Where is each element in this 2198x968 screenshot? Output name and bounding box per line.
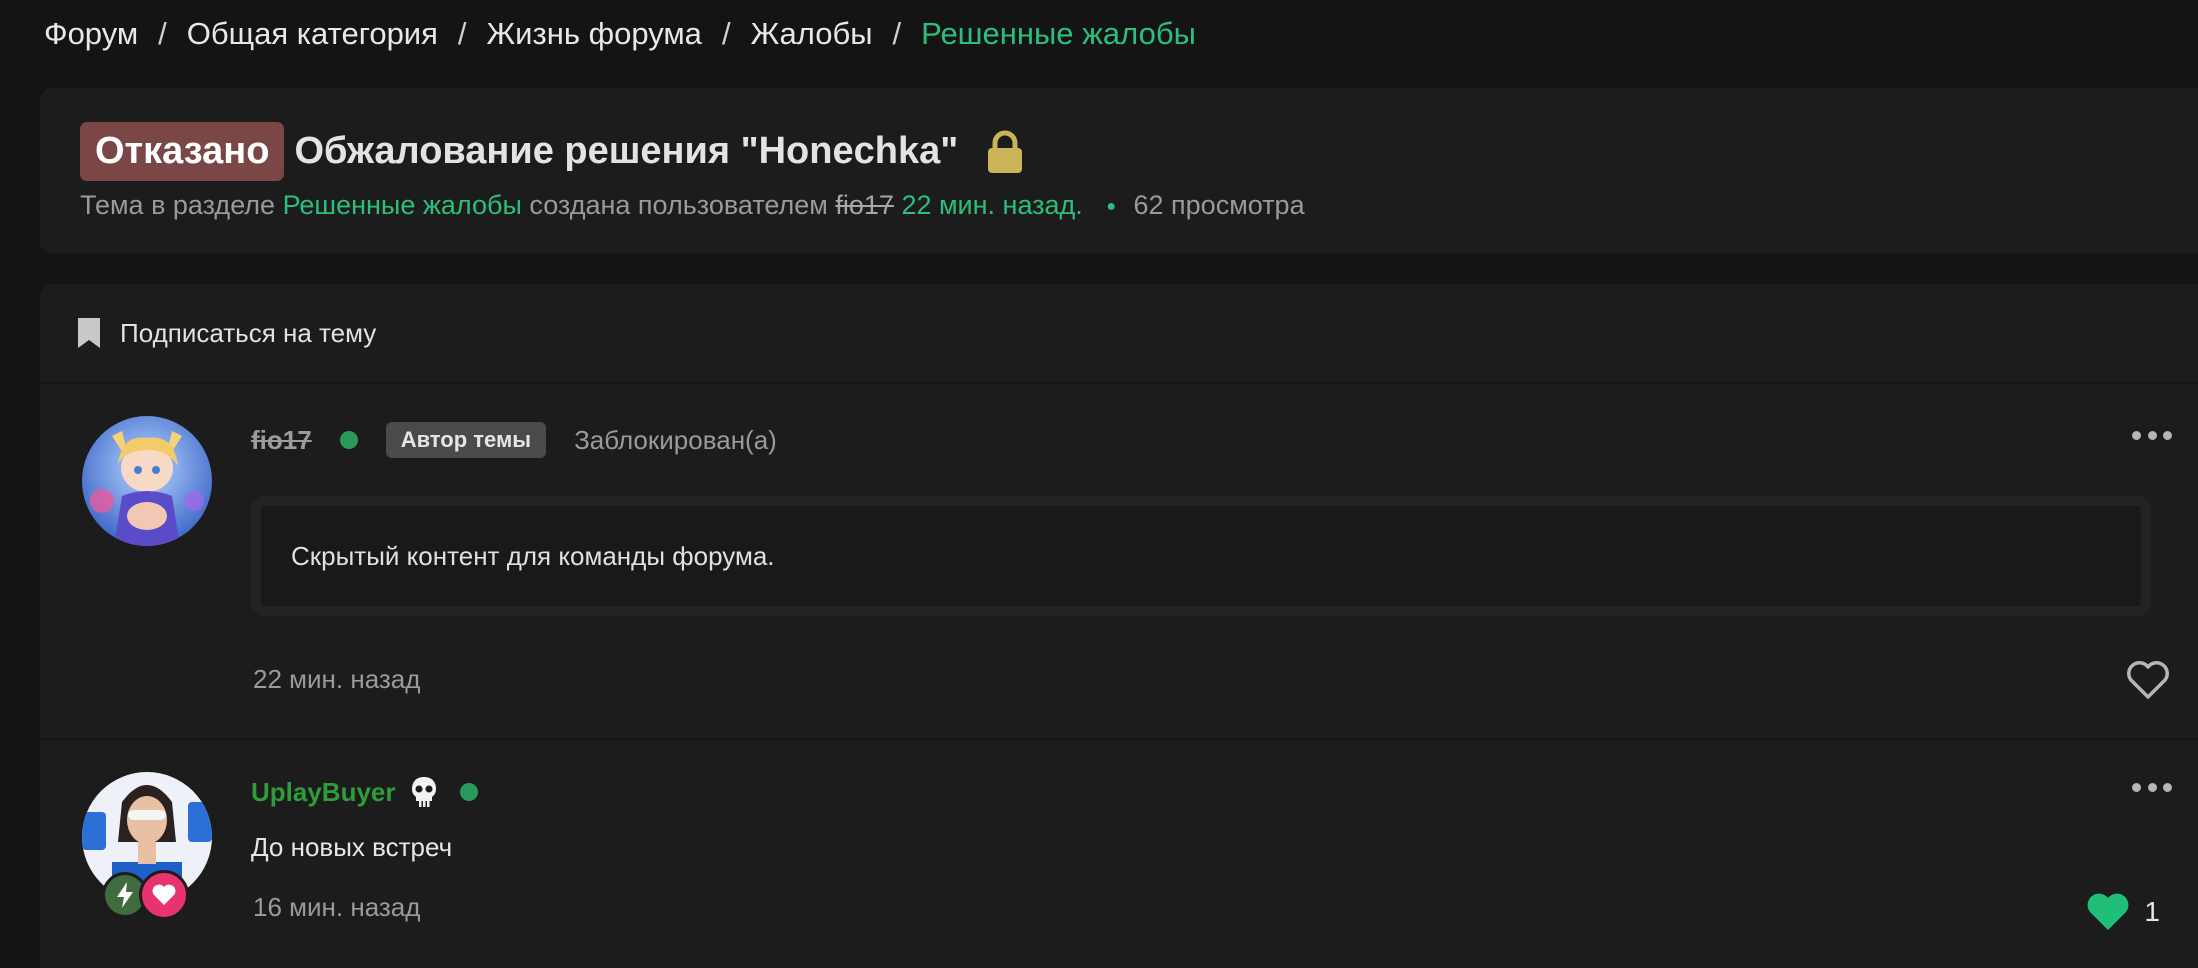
breadcrumb-separator: / — [158, 16, 167, 51]
username[interactable]: fio17 — [251, 425, 312, 456]
user-status: Заблокирован(а) — [574, 424, 777, 455]
views-count: 62 просмотра — [1133, 190, 1305, 220]
breadcrumb-forum-life[interactable]: Жизнь форума — [487, 12, 702, 56]
avatar[interactable] — [82, 416, 212, 546]
author-badge: Автор темы — [385, 422, 547, 458]
heart-badge-icon — [139, 870, 189, 920]
thread-title-row: Отказано Обжалование решения "Honechka" — [80, 122, 1024, 181]
status-badge: Отказано — [80, 122, 285, 181]
breadcrumb-general-category[interactable]: Общая категория — [187, 12, 438, 56]
thread-header: Отказано Обжалование решения "Honechka" … — [40, 88, 2198, 254]
post: fio17 Автор темы Заблокирован(а) Скрытый… — [40, 386, 2198, 740]
post-author-row: fio17 Автор темы Заблокирован(а) — [251, 420, 777, 460]
like-count: 1 — [2144, 896, 2160, 927]
heart-outline-icon — [2127, 661, 2169, 699]
bookmark-icon — [78, 318, 100, 348]
breadcrumb: Форум / Общая категория / Жизнь форума /… — [44, 12, 1196, 56]
thread-author-link[interactable]: fio17 — [835, 190, 894, 220]
posts-container: Подписаться на тему fio17 Автор темы Заб… — [40, 284, 2198, 968]
breadcrumb-separator: / — [892, 16, 902, 51]
breadcrumb-forum[interactable]: Форум — [44, 12, 138, 56]
skull-icon — [411, 777, 436, 807]
meta-prefix: Тема в разделе — [80, 190, 276, 220]
hidden-content-box: Скрытый контент для команды форума. — [251, 496, 2151, 616]
like-button[interactable] — [2126, 660, 2170, 700]
username[interactable]: UplayBuyer — [251, 777, 396, 808]
heart-filled-icon — [2088, 893, 2129, 930]
page: Форум / Общая категория / Жизнь форума /… — [0, 0, 2198, 968]
breadcrumb-resolved-complaints[interactable]: Решенные жалобы — [921, 12, 1196, 56]
online-indicator — [339, 431, 358, 449]
subscribe-button[interactable]: Подписаться на тему — [40, 284, 2198, 384]
breadcrumb-separator: / — [457, 16, 467, 51]
lock-icon — [988, 130, 1023, 173]
post-time: 22 мин. назад — [253, 664, 421, 694]
breadcrumb-separator: / — [721, 16, 731, 51]
post-author-row: UplayBuyer — [251, 772, 478, 812]
online-indicator — [459, 783, 478, 801]
hidden-content-text: Скрытый контент для команды форума. — [291, 540, 775, 571]
more-options-icon[interactable] — [2132, 428, 2172, 442]
more-options-icon[interactable] — [2132, 780, 2172, 794]
breadcrumb-complaints[interactable]: Жалобы — [751, 12, 873, 56]
meta-dot-icon: ● — [1106, 197, 1116, 215]
thread-title: Обжалование решения "Honechka" — [294, 130, 959, 172]
post-time: 16 мин. назад — [253, 892, 421, 922]
avatar-image — [82, 416, 212, 546]
meta-created-by: создана пользователем — [529, 190, 828, 220]
post-body: До новых встреч — [251, 832, 453, 862]
section-link[interactable]: Решенные жалобы — [283, 190, 522, 220]
subscribe-label: Подписаться на тему — [120, 317, 377, 348]
thread-time: 22 мин. назад. — [901, 190, 1083, 220]
post: UplayBuyer До новых встреч 16 мин. назад — [40, 742, 2198, 968]
like-button[interactable]: 1 — [2086, 890, 2160, 934]
thread-meta: Тема в разделе Решенные жалобы создана п… — [80, 190, 1305, 221]
